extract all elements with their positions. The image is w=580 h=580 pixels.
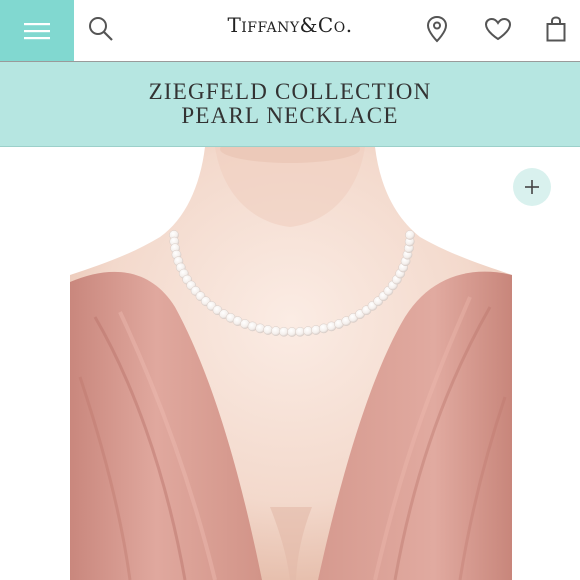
product-title-line-1: ZIEGFELD COLLECTION xyxy=(148,79,432,104)
heart-icon xyxy=(484,17,512,41)
product-title-band: ZIEGFELD COLLECTION PEARL NECKLACE xyxy=(0,62,580,147)
pearl xyxy=(255,323,266,334)
pearl xyxy=(311,325,321,335)
shopping-bag-icon xyxy=(546,16,566,42)
pearl xyxy=(279,326,289,337)
pearl xyxy=(287,327,297,337)
top-navigation-bar: Tiffany&Co. xyxy=(0,0,580,62)
pearl xyxy=(405,230,415,240)
product-photo xyxy=(70,147,512,580)
wishlist-button[interactable] xyxy=(475,6,521,52)
product-image-gallery[interactable] xyxy=(0,147,580,580)
shopping-bag-button[interactable] xyxy=(533,6,579,52)
zoom-button[interactable] xyxy=(513,168,551,206)
store-locator-button[interactable] xyxy=(414,6,460,52)
map-pin-icon xyxy=(426,15,448,43)
product-page: Tiffany&Co. ZIEGFELD COLLECTION PEARL NE… xyxy=(0,0,580,580)
product-title-line-2: PEARL NECKLACE xyxy=(181,103,399,128)
plus-icon xyxy=(525,180,539,194)
